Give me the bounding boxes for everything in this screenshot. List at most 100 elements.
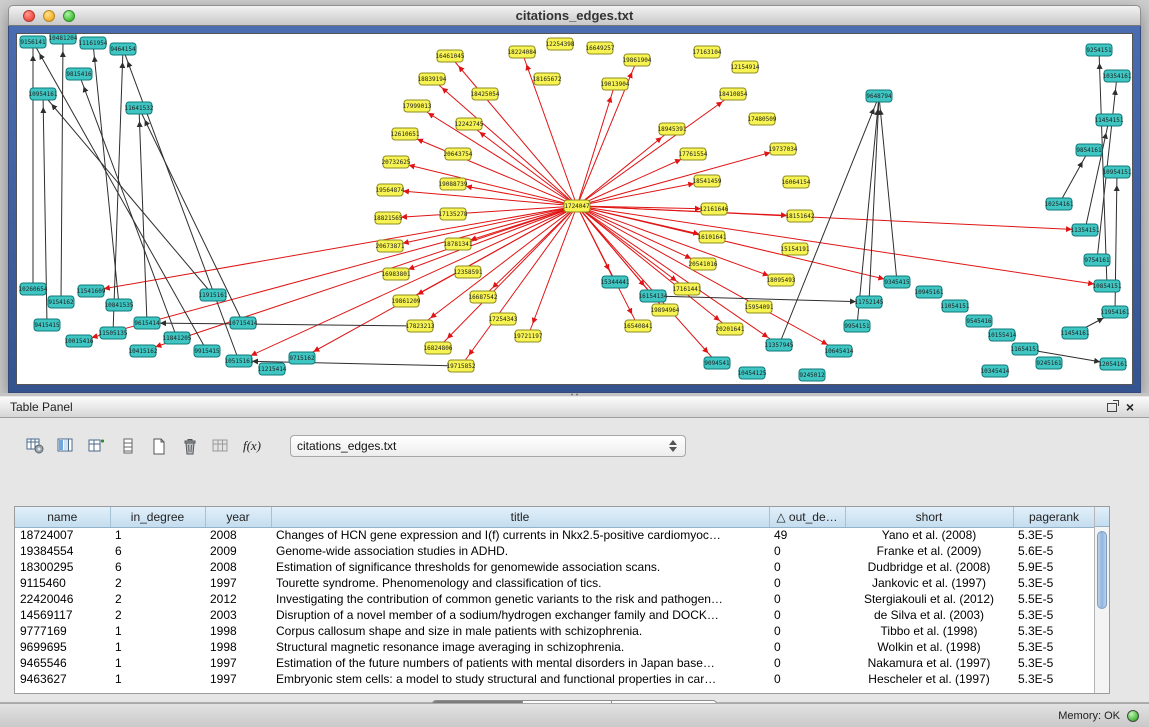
table-cell[interactable]: 1997 [205, 655, 271, 671]
graph-node[interactable]: 10945161 [915, 286, 944, 298]
graph-node[interactable]: 11161954 [79, 37, 108, 49]
table-cell[interactable]: 1 [110, 655, 205, 671]
graph-node[interactable]: 18821565 [374, 212, 403, 224]
table-row[interactable]: 2242004622012Investigating the contribut… [15, 591, 1094, 607]
graph-node[interactable]: 17480509 [748, 113, 777, 125]
graph-node[interactable]: 10954151 [1103, 166, 1132, 178]
table-cell[interactable]: 0 [769, 543, 845, 559]
table-cell[interactable]: 2008 [205, 527, 271, 543]
function-builder-icon[interactable]: f(x) [239, 434, 265, 458]
graph-node[interactable]: 17761554 [679, 148, 708, 160]
graph-node[interactable]: 18839194 [418, 73, 447, 85]
show-columns-icon[interactable] [53, 434, 79, 458]
table-cell[interactable]: 0 [769, 575, 845, 591]
graph-node[interactable]: 12161646 [700, 203, 729, 215]
graph-edge[interactable] [390, 190, 577, 206]
column-header[interactable]: name [15, 507, 110, 527]
table-cell[interactable]: 5.3E-5 [1013, 527, 1094, 543]
graph-node[interactable]: 19088739 [439, 178, 468, 190]
table-selector-dropdown[interactable]: citations_edges.txt [290, 435, 686, 457]
minimize-window-button[interactable] [43, 10, 55, 22]
table-cell[interactable]: Structural magnetic resonance image aver… [271, 639, 769, 655]
table-cell[interactable]: 1 [110, 639, 205, 655]
graph-node[interactable]: 10515161 [225, 355, 254, 367]
graph-edge[interactable] [123, 49, 239, 361]
graph-node[interactable]: 10645414 [825, 345, 854, 357]
column-header[interactable]: title [271, 507, 769, 527]
table-cell[interactable]: 2 [110, 591, 205, 607]
table-cell[interactable]: 5.3E-5 [1013, 623, 1094, 639]
graph-node[interactable]: 11357945 [765, 339, 794, 351]
table-cell[interactable]: Stergiakouli et al. (2012) [845, 591, 1013, 607]
graph-node[interactable]: 16064154 [782, 176, 811, 188]
graph-node[interactable]: 10481204 [49, 34, 78, 44]
import-table-icon[interactable] [208, 434, 234, 458]
graph-node[interactable]: 17135278 [439, 208, 468, 220]
graph-node[interactable]: 9094541 [704, 357, 730, 369]
table-cell[interactable]: 1 [110, 623, 205, 639]
table-cell[interactable]: Nakamura et al. (1997) [845, 655, 1013, 671]
graph-edge[interactable] [857, 96, 879, 326]
graph-edge[interactable] [453, 184, 577, 206]
graph-edge[interactable] [577, 206, 703, 264]
row-options-icon[interactable] [115, 434, 141, 458]
graph-node[interactable]: 18410854 [719, 88, 748, 100]
table-cell[interactable]: Dudbridge et al. (2008) [845, 559, 1013, 575]
table-cell[interactable]: 9777169 [15, 623, 110, 639]
table-cell[interactable]: 6 [110, 559, 205, 575]
graph-node[interactable]: 19715852 [447, 360, 476, 372]
zoom-window-button[interactable] [63, 10, 75, 22]
graph-node[interactable]: 16101641 [698, 231, 727, 243]
table-cell[interactable]: 14569117 [15, 607, 110, 623]
table-cell[interactable]: 49 [769, 527, 845, 543]
graph-node[interactable]: 9954151 [844, 320, 870, 332]
graph-node[interactable]: 19721197 [514, 330, 543, 342]
graph-node[interactable]: 11054151 [941, 300, 970, 312]
graph-edge[interactable] [43, 94, 213, 295]
table-cell[interactable]: 5.3E-5 [1013, 671, 1094, 687]
table-row[interactable]: 1830029562008Estimation of significance … [15, 559, 1094, 575]
graph-node[interactable]: 11641532 [125, 102, 154, 114]
graph-node[interactable]: 9815416 [66, 68, 92, 80]
graph-node[interactable]: 19737034 [769, 143, 798, 155]
graph-node[interactable]: 20643754 [444, 148, 473, 160]
add-column-icon[interactable] [84, 434, 110, 458]
graph-edge[interactable] [869, 96, 879, 302]
graph-node[interactable]: 19894964 [651, 304, 680, 316]
graph-node[interactable]: 12254398 [546, 38, 575, 50]
table-cell[interactable]: 2 [110, 607, 205, 623]
graph-node[interactable]: 17254343 [489, 313, 518, 325]
table-row[interactable]: 946554611997Estimation of the future num… [15, 655, 1094, 671]
graph-node[interactable]: 16540841 [624, 320, 653, 332]
graph-node[interactable]: 10015416 [65, 335, 94, 347]
graph-node[interactable]: 19564874 [376, 184, 405, 196]
table-cell[interactable]: 18300295 [15, 559, 110, 575]
graph-node[interactable]: 19861904 [623, 54, 652, 66]
graph-edge[interactable] [577, 84, 615, 206]
table-cell[interactable]: 2 [110, 575, 205, 591]
table-cell[interactable]: 1997 [205, 575, 271, 591]
table-row[interactable]: 969969511998Structural magnetic resonanc… [15, 639, 1094, 655]
table-cell[interactable]: 22420046 [15, 591, 110, 607]
graph-node[interactable]: 16824806 [424, 342, 453, 354]
graph-node[interactable]: 20673871 [376, 240, 405, 252]
table-cell[interactable]: Investigating the contribution of common… [271, 591, 769, 607]
graph-node[interactable]: 10415162 [129, 345, 158, 357]
table-row[interactable]: 911546021997Tourette syndrome. Phenomeno… [15, 575, 1094, 591]
table-cell[interactable]: 0 [769, 559, 845, 575]
graph-edge[interactable] [61, 38, 63, 302]
column-header[interactable]: year [205, 507, 271, 527]
graph-node[interactable]: 15954091 [745, 301, 774, 313]
graph-node[interactable]: 10254161 [1045, 198, 1074, 210]
graph-node[interactable]: 11354151 [1071, 224, 1100, 236]
graph-node[interactable]: 9245161 [1036, 357, 1062, 369]
graph-node[interactable]: 12358591 [454, 266, 483, 278]
graph-node[interactable]: 16649257 [586, 42, 615, 54]
graph-edge[interactable] [91, 206, 577, 291]
table-cell[interactable]: 5.3E-5 [1013, 575, 1094, 591]
table-cell[interactable]: Estimation of the future numbers of pati… [271, 655, 769, 671]
graph-node[interactable]: 20201641 [716, 323, 745, 335]
graph-node[interactable]: 17999013 [403, 100, 432, 112]
table-cell[interactable]: Yano et al. (2008) [845, 527, 1013, 543]
memory-status-icon[interactable] [1127, 710, 1139, 722]
